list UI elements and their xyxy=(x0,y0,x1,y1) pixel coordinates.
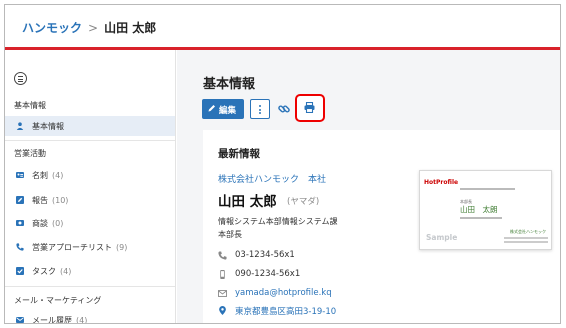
mail-icon xyxy=(16,317,24,323)
sidebar-item-mail-history[interactable]: メール履歴 (4) xyxy=(5,310,175,324)
address-link[interactable]: 東京都豊島区高田3-19-10 xyxy=(235,305,336,317)
business-card-image[interactable]: HotProfile 本部長 山田 太朗 株式会社ハンモック Sample xyxy=(419,170,552,250)
sidebar-item-count: (9) xyxy=(116,243,128,252)
sidebar-item-deals[interactable]: 商談 (0) xyxy=(5,213,175,233)
checkbox-icon xyxy=(16,267,24,275)
sample-watermark: Sample xyxy=(426,233,458,242)
business-card-icon xyxy=(16,172,24,178)
sidebar-item-tasks[interactable]: タスク (4) xyxy=(5,261,175,281)
sidebar-item-label: 報告 xyxy=(32,196,48,205)
breadcrumb-separator: > xyxy=(88,21,99,35)
sidebar-item-label: 基本情報 xyxy=(32,122,64,131)
card-title: 最新情報 xyxy=(218,148,260,160)
person-icon xyxy=(16,122,24,130)
pencil-square-icon xyxy=(16,196,24,204)
sidebar-item-count: (4) xyxy=(60,267,72,276)
sidebar-section-title: 営業活動 xyxy=(14,149,46,158)
sidebar-item-count: (0) xyxy=(52,219,64,228)
person-kana: (ヤマダ) xyxy=(287,197,320,207)
sidebar-divider xyxy=(5,286,175,287)
phone-icon xyxy=(218,251,227,260)
header: ハンモック > 山田 太郎 xyxy=(5,5,560,47)
deal-icon xyxy=(16,220,24,226)
more-options-button[interactable] xyxy=(250,99,270,119)
email-link[interactable]: yamada@hotprofile.kq xyxy=(235,288,332,298)
main-content: 基本情報 編集 最新情報 株式会社ハンモック 本社 山田 太郎 (ヤマダ) 情報… xyxy=(177,50,560,323)
phone-icon xyxy=(16,243,24,251)
sidebar-item-basic-info[interactable]: 基本情報 xyxy=(5,116,175,136)
business-card-logo: HotProfile xyxy=(424,179,459,186)
link-icon[interactable] xyxy=(277,102,291,116)
app-window: ハンモック > 山田 太郎 基本情報 基本情報 営業活動 名刺 (4) 報告 (10) … xyxy=(4,4,561,324)
sidebar-item-count: (4) xyxy=(76,316,88,324)
breadcrumb-current: 山田 太郎 xyxy=(104,21,157,35)
pencil-icon xyxy=(208,105,215,112)
latest-info-card: 最新情報 株式会社ハンモック 本社 山田 太郎 (ヤマダ) 情報システム本部情報… xyxy=(203,130,560,323)
menu-toggle-icon[interactable] xyxy=(14,72,27,85)
sidebar-item-count: (10) xyxy=(52,196,69,205)
breadcrumb: ハンモック > 山田 太郎 xyxy=(22,19,156,36)
sidebar-item-count: (4) xyxy=(52,171,64,180)
breadcrumb-home-link[interactable]: ハンモック xyxy=(22,21,82,35)
sidebar-section-title: メール・マーケティング xyxy=(14,296,102,305)
person-name: 山田 太郎 xyxy=(218,194,277,210)
phone-number: 03-1234-56x1 xyxy=(235,250,295,260)
sidebar-section-title: 基本情報 xyxy=(14,101,46,110)
job-title: 本部長 xyxy=(218,230,242,239)
mobile-icon xyxy=(220,270,225,279)
business-card-company: 株式会社ハンモック xyxy=(510,229,546,234)
sidebar-item-label: メール履歴 xyxy=(32,316,72,324)
sidebar-item-business-cards[interactable]: 名刺 (4) xyxy=(5,165,175,185)
print-button[interactable] xyxy=(295,94,325,122)
sidebar-item-label: 商談 xyxy=(32,219,48,228)
business-card-name: 山田 太朗 xyxy=(460,205,498,214)
sidebar-item-reports[interactable]: 報告 (10) xyxy=(5,190,175,210)
department: 情報システム本部情報システム課 xyxy=(218,217,338,226)
company-link[interactable]: 株式会社ハンモック 本社 xyxy=(218,172,326,185)
sidebar-item-label: 名刺 xyxy=(32,171,48,180)
envelope-icon xyxy=(218,290,227,297)
sidebar-item-approach-list[interactable]: 営業アプローチリスト (9) xyxy=(5,237,175,257)
edit-button-label: 編集 xyxy=(219,106,237,116)
page-title: 基本情報 xyxy=(203,77,256,92)
sidebar-item-label: タスク xyxy=(32,267,56,276)
mobile-number: 090-1234-56x1 xyxy=(235,269,301,279)
sidebar: 基本情報 基本情報 営業活動 名刺 (4) 報告 (10) 商談 (0) 営業アプロー… xyxy=(5,50,176,324)
map-pin-icon xyxy=(219,306,226,315)
sidebar-divider xyxy=(5,140,175,141)
sidebar-item-label: 営業アプローチリスト xyxy=(32,243,112,252)
printer-icon xyxy=(304,102,315,113)
edit-button[interactable]: 編集 xyxy=(202,99,244,119)
